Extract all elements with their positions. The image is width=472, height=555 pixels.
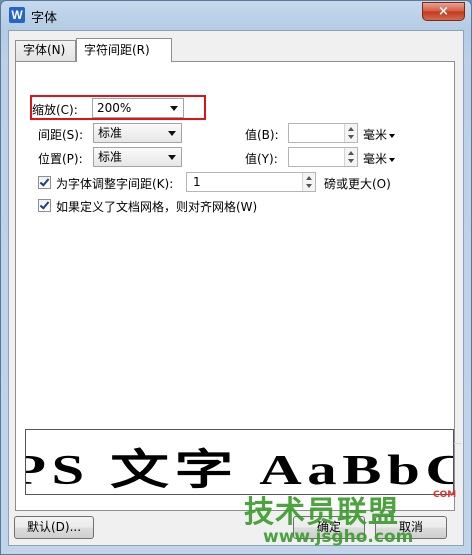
spin-up-icon[interactable] — [306, 176, 312, 180]
kerning-input[interactable]: 1 — [186, 172, 316, 192]
grid-snap-checkbox[interactable] — [38, 199, 51, 212]
close-button[interactable]: × — [422, 2, 465, 21]
spacing-by-label: 值(B): — [245, 128, 279, 142]
preview-box: PS 文字 AaBbCc — [25, 429, 454, 495]
spacing-label: 间距(S): — [38, 128, 84, 142]
watermark-url: www.jsgho.com — [263, 527, 414, 547]
position-label: 位置(P): — [38, 152, 83, 166]
position-by-label: 值(Y): — [245, 152, 278, 166]
window-title: 字体 — [31, 11, 58, 26]
chevron-down-icon — [170, 106, 178, 111]
checkmark-icon — [39, 199, 50, 210]
kerning-suffix: 磅或更大(O) — [324, 177, 391, 191]
scale-value: 200% — [97, 101, 132, 115]
spin-down-icon[interactable] — [306, 184, 312, 188]
chevron-down-icon — [168, 131, 176, 136]
watermark-text: 技术员联盟 — [244, 495, 399, 530]
spin-down-icon[interactable] — [348, 159, 354, 163]
dialog-client-area: 字体(N) 字符间距(R) 缩放(C): 200% 间距(S): 标准 值(B)… — [8, 30, 464, 546]
chevron-down-icon — [389, 133, 396, 138]
font-dialog-window: W 字体 × 字体(N) 字符间距(R) 缩放(C): 200% 间距(S): … — [0, 0, 472, 555]
wps-writer-icon: W — [9, 7, 25, 23]
spacing-unit-dropdown[interactable]: 毫米 — [363, 126, 396, 143]
kerning-label: 为字体调整字间距(K): — [56, 177, 174, 191]
chevron-down-icon — [168, 155, 176, 160]
default-button[interactable]: 默认(D)... — [14, 516, 94, 539]
spin-up-icon[interactable] — [348, 127, 354, 131]
position-unit: 毫米 — [363, 152, 388, 166]
spin-up-icon[interactable] — [348, 151, 354, 155]
spin-buttons[interactable] — [344, 124, 357, 142]
kerning-value: 1 — [193, 175, 201, 189]
position-unit-dropdown[interactable]: 毫米 — [363, 150, 396, 167]
spin-buttons[interactable] — [344, 148, 357, 166]
spacing-combo[interactable]: 标准 — [93, 123, 182, 143]
spacing-by-input[interactable] — [288, 123, 358, 143]
chevron-down-icon — [389, 157, 396, 162]
watermark-com: COM — [433, 490, 457, 500]
title-bar[interactable]: W 字体 × — [1, 1, 471, 29]
position-value: 标准 — [98, 150, 123, 164]
grid-snap-label: 如果定义了文档网格，则对齐网格(W) — [56, 200, 258, 214]
tab-font[interactable]: 字体(N) — [15, 40, 76, 61]
spacing-unit: 毫米 — [363, 128, 388, 142]
scale-combo[interactable]: 200% — [92, 98, 184, 118]
tab-character-spacing[interactable]: 字符间距(R) — [76, 38, 172, 62]
spin-buttons[interactable] — [302, 173, 315, 191]
spacing-value: 标准 — [98, 126, 123, 140]
scale-label: 缩放(C): — [32, 103, 78, 117]
position-combo[interactable]: 标准 — [93, 147, 182, 167]
spin-down-icon[interactable] — [348, 135, 354, 139]
checkmark-icon — [39, 176, 50, 187]
kerning-checkbox[interactable] — [38, 176, 51, 189]
position-by-input[interactable] — [288, 147, 358, 167]
